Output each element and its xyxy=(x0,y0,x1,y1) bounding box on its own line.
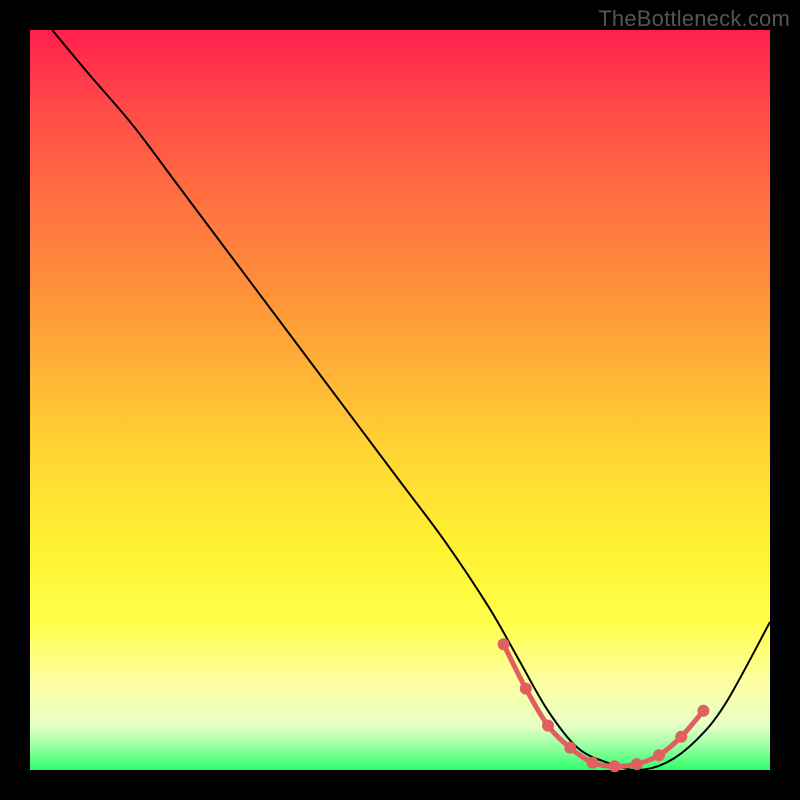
highlight-dot xyxy=(653,749,665,761)
watermark-text: TheBottleneck.com xyxy=(598,6,790,32)
highlight-dot xyxy=(520,683,532,695)
highlight-dot xyxy=(697,705,709,717)
curve-layer xyxy=(30,30,770,770)
chart-frame: TheBottleneck.com xyxy=(0,0,800,800)
highlight-dot xyxy=(586,757,598,769)
bottleneck-curve xyxy=(52,30,770,770)
highlight-dot xyxy=(631,758,643,770)
highlight-dot xyxy=(564,742,576,754)
plot-area xyxy=(30,30,770,770)
highlight-dot xyxy=(609,760,621,772)
highlight-dot xyxy=(498,638,510,650)
highlight-dot xyxy=(542,720,554,732)
highlight-stroke xyxy=(504,644,704,766)
highlight-dot xyxy=(675,731,687,743)
